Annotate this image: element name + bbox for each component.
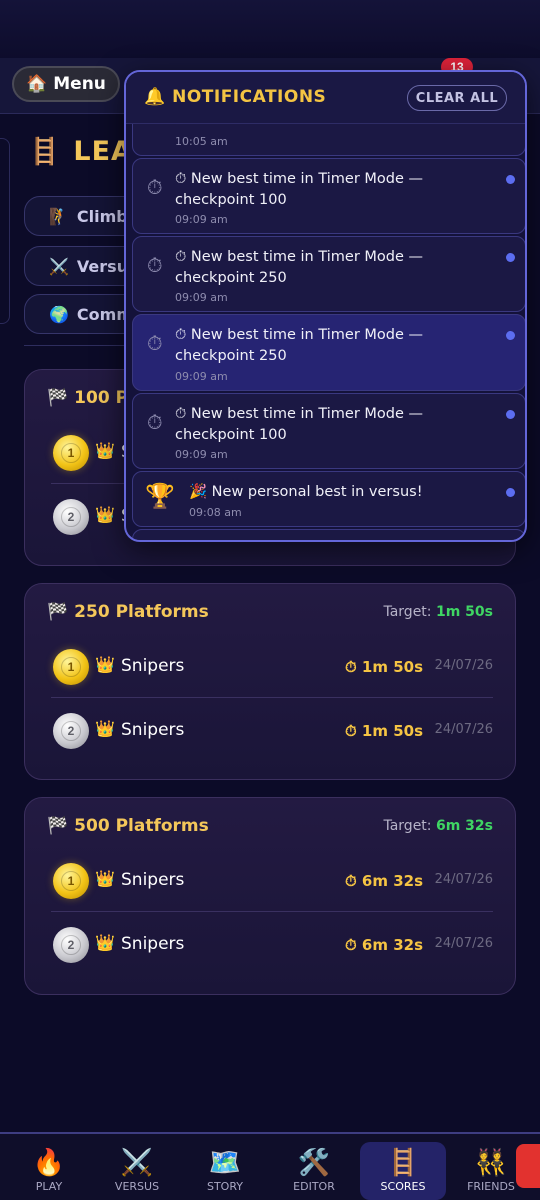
target-time: Target: 6m 32s	[383, 818, 493, 834]
silver-medal-icon: 2	[53, 927, 89, 963]
silver-medal-icon: 2	[53, 713, 89, 749]
trophy-icon: 🏆	[145, 483, 175, 510]
stopwatch-icon: ⏱	[147, 412, 163, 434]
checkered-flag-icon: 🏁	[47, 602, 69, 622]
team-name: Snipers	[121, 870, 185, 890]
target-time: Target: 1m 50s	[383, 604, 493, 620]
divider	[24, 345, 134, 346]
nav-play[interactable]: 🔥 PLAY	[6, 1134, 92, 1200]
leaderboard-card-250: 🏁 250 Platforms Target: 1m 50s 1 👑 Snipe…	[24, 583, 516, 780]
stopwatch-icon: ⏱	[147, 333, 163, 355]
record-time: ⏱ 1m 50s	[344, 658, 423, 676]
notifications-title: 🔔 NOTIFICATIONS	[144, 87, 327, 107]
ladder-icon: 🪜	[386, 1148, 420, 1178]
checkered-flag-icon: 🏁	[47, 816, 69, 836]
crown-icon: 👑	[95, 871, 115, 888]
card-title: 🏁 100 Pl	[47, 388, 134, 408]
record-date: 24/07/26	[434, 872, 493, 887]
ladder-icon: 🪜	[28, 136, 62, 167]
bell-icon: 🔔	[144, 87, 166, 107]
unread-dot	[506, 331, 515, 340]
notification-item[interactable]	[132, 529, 525, 540]
record-time: ⏱ 6m 32s	[344, 936, 423, 954]
house-icon: 🏠	[26, 74, 48, 94]
menu-button[interactable]: 🏠 Menu	[12, 66, 120, 102]
status-area	[0, 0, 540, 60]
notifications-header: 🔔 NOTIFICATIONS CLEAR ALL	[126, 72, 525, 124]
table-row[interactable]: 2 👑 Snipers ⏱ 1m 50s 24/07/26	[51, 698, 493, 762]
gold-medal-icon: 1	[53, 435, 89, 471]
notification-item[interactable]: ⏱ ⏱ New best time in Timer Mode — checkp…	[132, 236, 525, 312]
table-row[interactable]: 1 👑 Snipers ⏱ 1m 50s 24/07/26	[51, 634, 493, 698]
record-date: 24/07/26	[434, 936, 493, 951]
notification-item[interactable]: ⏱ ⏱ New best time in Timer Mode — checkp…	[132, 314, 525, 391]
silver-medal-icon: 2	[53, 499, 89, 535]
nav-versus[interactable]: ⚔️ VERSUS	[94, 1134, 180, 1200]
record-date: 24/07/26	[434, 722, 493, 737]
unread-dot	[506, 253, 515, 262]
card-title: 🏁 500 Platforms	[47, 816, 209, 836]
team-name: Snipers	[121, 934, 185, 954]
map-icon: 🗺️	[208, 1148, 242, 1178]
record-date: 24/07/26	[434, 658, 493, 673]
table-row[interactable]: 2 👑 Snipers ⏱ 6m 32s 24/07/26	[51, 912, 493, 976]
side-panel-edge	[0, 138, 10, 324]
unread-dot	[506, 488, 515, 497]
notifications-panel: 🔔 NOTIFICATIONS CLEAR ALL 10:05 am ⏱ ⏱ N…	[124, 70, 527, 542]
gold-medal-icon: 1	[53, 863, 89, 899]
team-name: Snipers	[121, 656, 185, 676]
crown-icon: 👑	[95, 443, 115, 460]
hammer-wrench-icon: 🛠️	[297, 1148, 331, 1178]
table-row[interactable]: 1 👑 Snipers ⏱ 6m 32s 24/07/26	[51, 848, 493, 912]
stopwatch-icon: ⏱	[147, 255, 163, 277]
notification-item[interactable]: 10:05 am	[132, 124, 525, 156]
unread-dot	[506, 410, 515, 419]
crown-icon: 👑	[95, 657, 115, 674]
fire-icon: 🔥	[32, 1148, 66, 1178]
checkered-flag-icon: 🏁	[47, 388, 69, 408]
stopwatch-icon: ⏱	[147, 177, 163, 199]
extra-nav-button[interactable]	[516, 1144, 540, 1188]
nav-story[interactable]: 🗺️ STORY	[182, 1134, 268, 1200]
gold-medal-icon: 1	[53, 649, 89, 685]
record-time: ⏱ 1m 50s	[344, 722, 423, 740]
crown-icon: 👑	[95, 507, 115, 524]
unread-dot	[506, 175, 515, 184]
notification-item[interactable]: 🏆 🎉 New personal best in versus! 09:08 a…	[132, 471, 525, 527]
crossed-swords-icon: ⚔️	[120, 1148, 154, 1178]
crown-icon: 👑	[95, 935, 115, 952]
menu-button-label: Menu	[53, 74, 106, 94]
team-name: Snipers	[121, 720, 185, 740]
nav-editor[interactable]: 🛠️ EDITOR	[271, 1134, 357, 1200]
climber-icon: 🧗	[49, 206, 69, 226]
card-title: 🏁 250 Platforms	[47, 602, 209, 622]
crown-icon: 👑	[95, 721, 115, 738]
leaderboard-card-500: 🏁 500 Platforms Target: 6m 32s 1 👑 Snipe…	[24, 797, 516, 995]
record-time: ⏱ 6m 32s	[344, 872, 423, 890]
notification-item[interactable]: ⏱ ⏱ New best time in Timer Mode — checkp…	[132, 158, 525, 234]
notification-item[interactable]: ⏱ ⏱ New best time in Timer Mode — checkp…	[132, 393, 525, 469]
clear-all-button[interactable]: CLEAR ALL	[407, 85, 507, 111]
globe-icon: 🌍	[49, 304, 69, 324]
notifications-list[interactable]: 10:05 am ⏱ ⏱ New best time in Timer Mode…	[126, 124, 525, 540]
bottom-nav: 🔥 PLAY ⚔️ VERSUS 🗺️ STORY 🛠️ EDITOR 🪜 SC…	[0, 1132, 540, 1200]
nav-scores[interactable]: 🪜 SCORES	[360, 1142, 446, 1200]
crossed-swords-icon: ⚔️	[49, 256, 69, 276]
